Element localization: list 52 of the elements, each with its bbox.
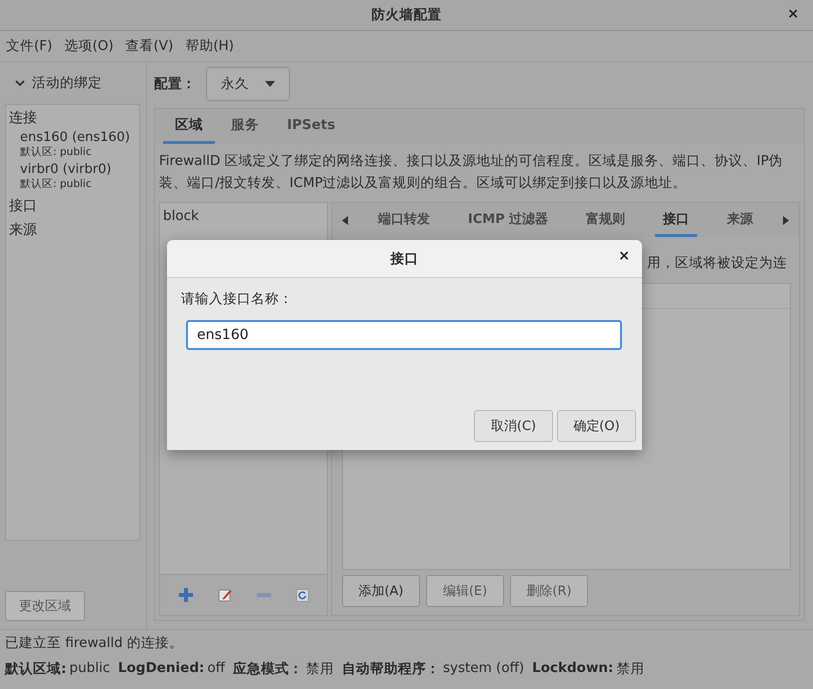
interface-description: 用，区域将被设定为连 (647, 254, 788, 272)
status-value: 禁用 (306, 660, 334, 678)
tab[interactable]: 接口 (655, 203, 698, 237)
menu-item[interactable]: 帮助(H) (185, 37, 234, 55)
status-value: 禁用 (616, 660, 644, 678)
status-value: off (207, 660, 225, 678)
connection-zone: 默认区: public (20, 145, 92, 159)
tab[interactable]: 区域 (163, 109, 215, 144)
config-label: 配置： (154, 75, 196, 93)
status-label: 自动帮助程序： (342, 660, 440, 678)
chevron-icon[interactable] (15, 80, 25, 86)
status-value: public (69, 660, 110, 678)
action-button[interactable]: 添加(A) (342, 575, 420, 607)
dialog-button[interactable]: 确定(O) (557, 410, 636, 442)
menu-item[interactable]: 文件(F) (6, 37, 52, 55)
config-dropdown[interactable]: 永久 (206, 67, 290, 101)
scroll-left-icon[interactable] (342, 216, 348, 224)
group-label: 连接 (9, 109, 38, 127)
close-button[interactable]: × (783, 6, 803, 22)
menu-item[interactable]: 选项(O) (64, 37, 114, 55)
edit-icon[interactable] (218, 588, 232, 602)
window-title: 防火墙配置 (372, 6, 442, 24)
tab[interactable]: 来源 (719, 203, 762, 237)
zone-item[interactable]: block (160, 206, 327, 226)
tab[interactable]: IPSets (275, 109, 348, 144)
status-label: LogDenied: (118, 660, 204, 678)
bindings-header[interactable]: 活动的绑定 (32, 74, 102, 92)
scroll-right-icon[interactable] (783, 216, 789, 224)
tab[interactable]: 服务 (219, 109, 271, 144)
status-message: 已建立至 firewalld 的连接。 (5, 634, 184, 652)
connection-name[interactable]: ens160 (ens160) (20, 130, 136, 145)
prompt-label: 请输入接口名称： (181, 290, 294, 308)
add-icon[interactable] (178, 588, 192, 602)
group-label: 来源 (9, 221, 38, 239)
dialog-title: 接口 (390, 250, 418, 268)
status-value: system (off) (442, 660, 524, 678)
connection-name[interactable]: virbr0 (virbr0) (20, 162, 136, 177)
status-label: Lockdown: (532, 660, 614, 678)
reload-icon[interactable] (296, 588, 308, 602)
interface-name-field[interactable]: ens160 (186, 320, 622, 350)
menu-item[interactable]: 查看(V) (125, 37, 174, 55)
connection-zone: 默认区: public (20, 177, 92, 191)
zone-description: FirewallD 区域定义了绑定的网络连接、接口以及源地址的可信程度。区域是服务、端口、协议、IP伪装、端口/报文转发、ICMP过滤以及富规则的组合。区域可以绑定到接口以及源地址。 (159, 152, 784, 193)
tab[interactable]: ICMP 过滤器 (460, 203, 556, 237)
caret-icon (265, 81, 275, 87)
tab[interactable]: 端口转发 (370, 203, 438, 237)
status-label: 应急模式： (232, 660, 303, 678)
status-label: 默认区域: (5, 660, 66, 678)
close-button[interactable]: × (614, 248, 634, 264)
group-label: 接口 (9, 197, 38, 215)
dialog-button[interactable]: 取消(C) (474, 410, 553, 442)
tab[interactable]: 富规则 (578, 203, 634, 237)
